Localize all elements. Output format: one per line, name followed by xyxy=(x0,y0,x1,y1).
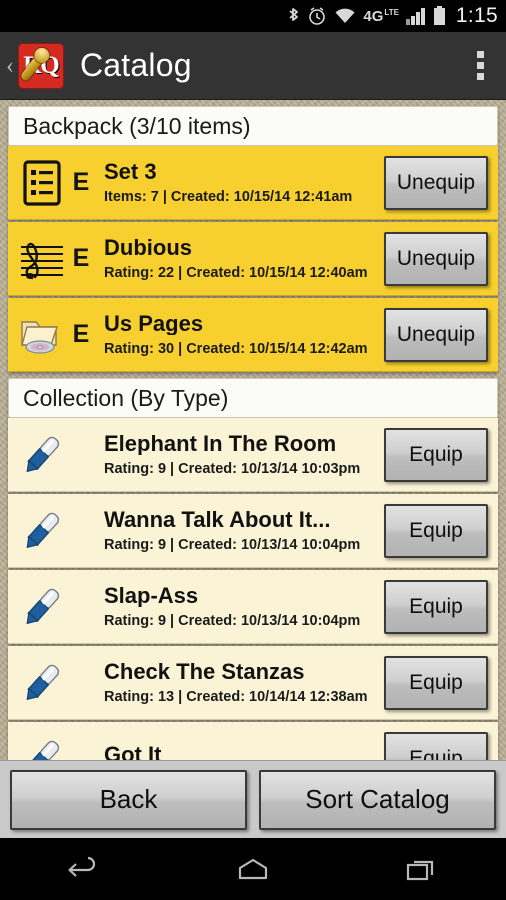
equipped-badge xyxy=(68,646,94,719)
unequip-button[interactable]: Unequip xyxy=(384,307,488,362)
equip-button[interactable]: Equip xyxy=(384,503,488,558)
catalog-scroll-area[interactable]: Backpack (3/10 items) E Set 3 Items: 7 | Cr… xyxy=(0,100,506,760)
status-clock: 1:15 xyxy=(455,4,498,27)
row-text-block: Got It xyxy=(94,722,378,760)
row-action-cell: Equip xyxy=(378,418,488,491)
status-bar: 4G LTE 1:15 xyxy=(0,0,506,32)
row-title: Elephant In The Room xyxy=(104,432,337,455)
app-icon[interactable]: RQ xyxy=(18,42,64,89)
pen-icon xyxy=(16,722,68,760)
equipped-badge xyxy=(68,418,94,491)
back-button[interactable]: Back xyxy=(10,769,247,830)
folder-disc-icon xyxy=(16,298,68,371)
row-subtitle: Rating: 9 | Created: 10/13/14 10:04pm xyxy=(104,612,361,629)
sort-catalog-button[interactable]: Sort Catalog xyxy=(259,769,496,830)
section-header: Collection (By Type) xyxy=(8,378,498,418)
row-action-cell: Equip xyxy=(378,722,488,760)
row-text-block: Wanna Talk About It... Rating: 9 | Create… xyxy=(94,494,378,567)
equipped-badge: E xyxy=(72,320,90,348)
list-document-icon xyxy=(16,146,68,219)
equip-button[interactable]: Equip xyxy=(384,427,488,482)
row-action-cell: Unequip xyxy=(378,298,488,371)
page-title: Catalog xyxy=(80,47,192,83)
row-action-cell: Unequip xyxy=(378,222,488,295)
pen-icon xyxy=(16,494,68,567)
row-title: Got It xyxy=(104,744,162,760)
catalog-row[interactable]: E Us Pages Rating: 30 | Created: 10/15/14 … xyxy=(8,298,498,372)
equipped-badge xyxy=(68,494,94,567)
overflow-menu-icon[interactable] xyxy=(454,32,506,99)
section-header: Backpack (3/10 items) xyxy=(8,106,498,146)
equipped-badge xyxy=(68,570,94,643)
bottom-button-bar: Back Sort Catalog xyxy=(0,760,506,838)
catalog-row[interactable]: Wanna Talk About It... Rating: 9 | Create… xyxy=(8,494,498,568)
lte-label: 4G xyxy=(363,7,384,25)
row-subtitle: Rating: 13 | Created: 10/14/14 12:38am xyxy=(104,688,368,705)
row-subtitle: Rating: 9 | Created: 10/13/14 10:03pm xyxy=(104,460,361,477)
wifi-icon xyxy=(334,6,356,26)
pen-icon xyxy=(16,418,68,491)
row-text-block: Elephant In The Room Rating: 9 | Created:… xyxy=(94,418,378,491)
row-subtitle: Rating: 22 | Created: 10/15/14 12:40am xyxy=(104,264,368,281)
action-bar: ‹ RQ Catalog xyxy=(0,32,506,100)
unequip-button[interactable]: Unequip xyxy=(384,155,488,210)
pen-icon xyxy=(16,570,68,643)
overflow-dot xyxy=(476,51,484,58)
row-action-cell: Equip xyxy=(378,570,488,643)
catalog-row[interactable]: E Set 3 Items: 7 | Created: 10/15/14 12:41… xyxy=(8,146,498,220)
catalog-row[interactable]: Elephant In The Room Rating: 9 | Created:… xyxy=(8,418,498,492)
bluetooth-icon xyxy=(287,6,300,26)
row-title: Wanna Talk About It... xyxy=(104,508,331,531)
catalog-list: Backpack (3/10 items) E Set 3 Items: 7 | Cr… xyxy=(8,100,498,760)
nav-recents-icon[interactable] xyxy=(392,849,452,889)
row-title: Slap-Ass xyxy=(104,584,199,607)
row-title: Set 3 xyxy=(104,160,157,183)
equip-button[interactable]: Equip xyxy=(384,731,488,760)
overflow-dot xyxy=(476,62,484,69)
row-subtitle: Items: 7 | Created: 10/15/14 12:41am xyxy=(104,188,353,205)
battery-icon xyxy=(433,6,446,26)
catalog-row[interactable]: Got It Equip xyxy=(8,722,498,760)
catalog-row[interactable]: Slap-Ass Rating: 9 | Created: 10/13/14 10… xyxy=(8,570,498,644)
nav-home-icon[interactable] xyxy=(223,849,283,889)
lte-sublabel: LTE xyxy=(384,8,399,17)
unequip-button[interactable]: Unequip xyxy=(384,231,488,286)
row-text-block: Set 3 Items: 7 | Created: 10/15/14 12:41a… xyxy=(94,146,378,219)
overflow-dot xyxy=(476,73,484,80)
row-action-cell: Unequip xyxy=(378,146,488,219)
signal-icon xyxy=(405,6,426,26)
catalog-row[interactable]: E Dubious Rating: 22 | Created: 10/15/14 1… xyxy=(8,222,498,296)
alarm-icon xyxy=(307,6,327,26)
nav-back-icon[interactable] xyxy=(54,849,114,889)
row-subtitle: Rating: 9 | Created: 10/13/14 10:04pm xyxy=(104,536,361,553)
up-chevron-icon[interactable]: ‹ xyxy=(2,54,18,78)
equip-button[interactable]: Equip xyxy=(384,655,488,710)
row-text-block: Check The Stanzas Rating: 13 | Created: 1… xyxy=(94,646,378,719)
pen-icon xyxy=(16,646,68,719)
equip-button[interactable]: Equip xyxy=(384,579,488,634)
row-subtitle: Rating: 30 | Created: 10/15/14 12:42am xyxy=(104,340,368,357)
android-nav-bar xyxy=(0,838,506,900)
equipped-badge xyxy=(68,722,94,760)
music-staff-icon xyxy=(16,222,68,295)
row-action-cell: Equip xyxy=(378,494,488,567)
row-title: Check The Stanzas xyxy=(104,660,305,683)
equipped-badge: E xyxy=(72,244,90,272)
row-action-cell: Equip xyxy=(378,646,488,719)
phone-screen: 4G LTE 1:15 ‹ RQ Catalog Backpack (3/10 … xyxy=(0,0,506,900)
row-text-block: Us Pages Rating: 30 | Created: 10/15/14 1… xyxy=(94,298,378,371)
row-text-block: Dubious Rating: 22 | Created: 10/15/14 12… xyxy=(94,222,378,295)
row-title: Us Pages xyxy=(104,312,204,335)
row-title: Dubious xyxy=(104,236,192,259)
equipped-badge: E xyxy=(72,168,90,196)
lte-icon: 4G LTE xyxy=(363,6,399,26)
catalog-row[interactable]: Check The Stanzas Rating: 13 | Created: 1… xyxy=(8,646,498,720)
row-text-block: Slap-Ass Rating: 9 | Created: 10/13/14 10… xyxy=(94,570,378,643)
